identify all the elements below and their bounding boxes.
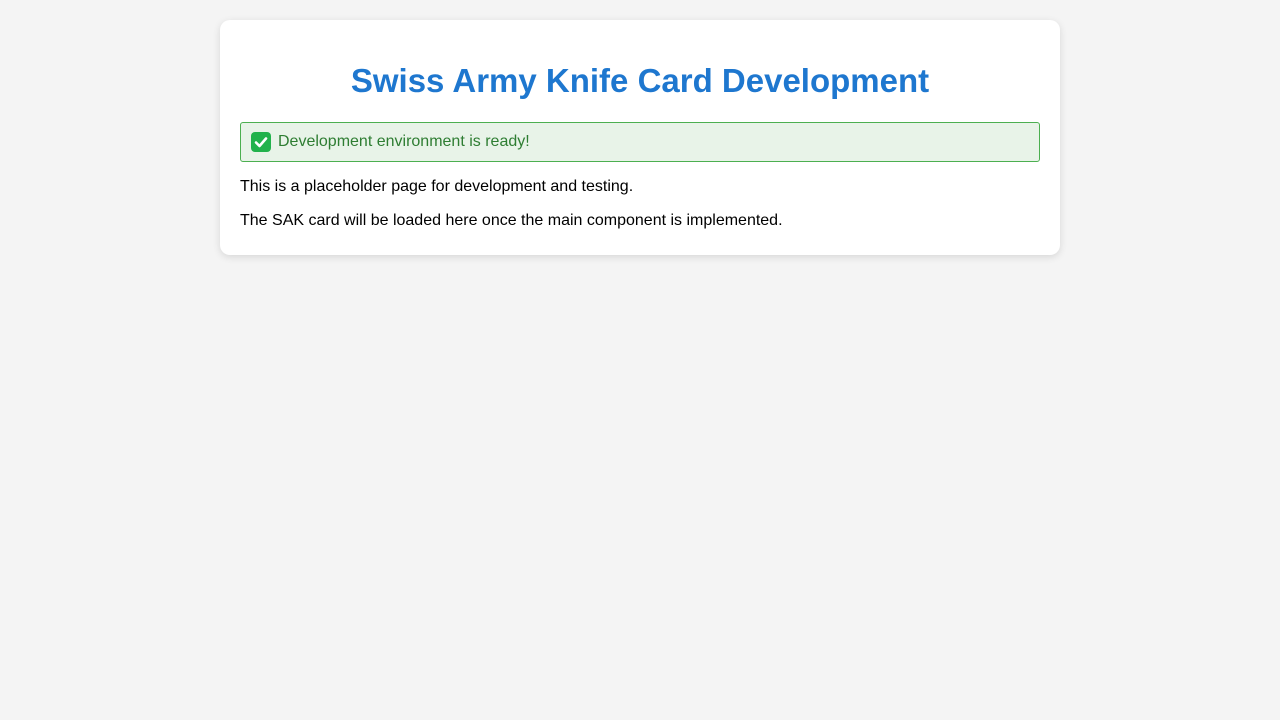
check-mark-icon	[251, 132, 271, 152]
dev-card: Swiss Army Knife Card Development Develo…	[220, 20, 1060, 255]
status-banner: Development environment is ready!	[240, 122, 1040, 162]
status-text: Development environment is ready!	[278, 133, 530, 150]
page-title: Swiss Army Knife Card Development	[350, 62, 930, 99]
description-paragraph: This is a placeholder page for developme…	[240, 178, 634, 195]
description-paragraph: The SAK card will be loaded here once th…	[240, 212, 783, 229]
